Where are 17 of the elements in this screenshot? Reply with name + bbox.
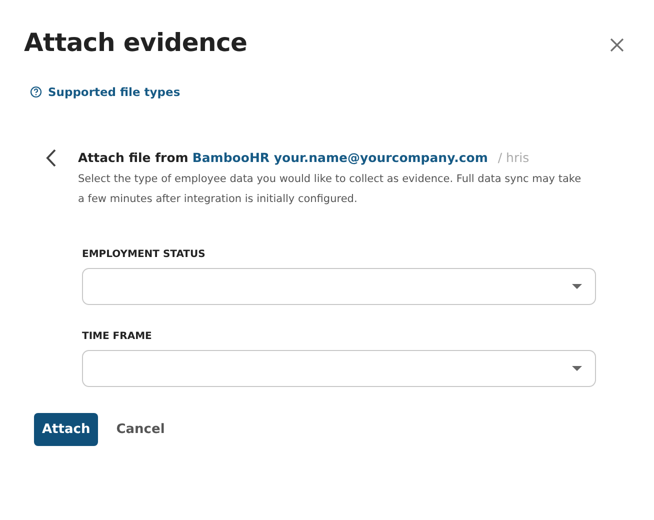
field-label: EMPLOYMENT STATUS: [82, 249, 206, 260]
description-text: Select the type of employee data you would like to collect as evidence. Full data sync may take a few minutes after integration is initially configured.: [78, 172, 582, 207]
account-link[interactable]: BambooHR your.name@yourcompany.com: [192, 150, 488, 165]
help-link[interactable]: Supported file types: [30, 85, 180, 99]
dropdown-field[interactable]: [82, 268, 596, 305]
source-path: / hris: [498, 150, 530, 165]
help-icon: [30, 86, 42, 98]
close-icon[interactable]: [610, 38, 624, 52]
caret-icon: [572, 366, 582, 371]
field-label: TIME FRAME: [82, 331, 153, 342]
dropdown-field[interactable]: [82, 350, 596, 387]
back-icon[interactable]: [46, 149, 56, 167]
dialog-title: Attach evidence: [24, 28, 248, 57]
attach-button[interactable]: Attach: [34, 413, 98, 446]
cancel-button[interactable]: Cancel: [108, 413, 173, 446]
source-heading: Attach file from: [78, 150, 188, 165]
caret-icon: [572, 284, 582, 289]
